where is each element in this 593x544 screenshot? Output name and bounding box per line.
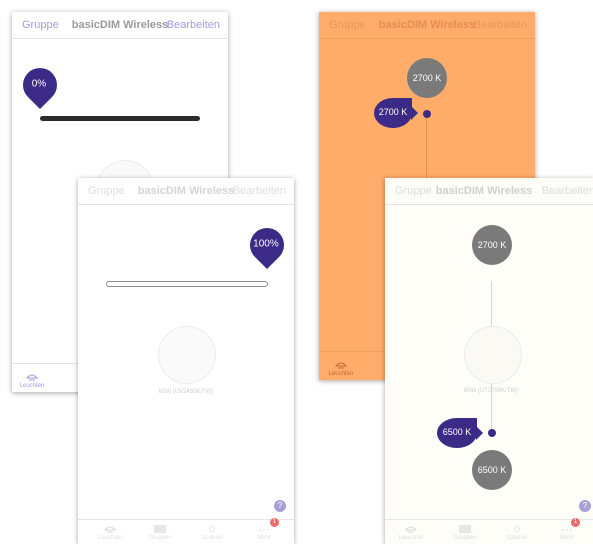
lamp-icon	[404, 526, 418, 533]
brightness-pin[interactable]: 0%	[15, 60, 65, 110]
navigation-bar: Gruppe basicDIM Wireless Bearbeiten	[319, 12, 535, 39]
sun-icon	[514, 526, 520, 532]
tab-luminaires-label: Leuchten	[97, 535, 123, 541]
tab-scenes-label: Szenen	[201, 535, 223, 541]
edit-button[interactable]: Bearbeiten	[474, 19, 527, 31]
groups-icon	[459, 525, 471, 533]
brightness-pin-label: 0%	[31, 78, 47, 90]
help-button[interactable]: ?	[579, 500, 591, 512]
tab-luminaires-label: Leuchten	[398, 535, 424, 541]
tab-luminaires[interactable]: Leuchten	[321, 360, 361, 377]
navigation-bar: Gruppe basicDIM Wireless Bearbeiten	[78, 178, 294, 205]
help-button[interactable]: ?	[274, 500, 286, 512]
color-temp-warm[interactable]: 2700 K	[407, 58, 447, 98]
color-temp-pin-arrow	[476, 426, 483, 440]
tab-more-label: Mehr	[257, 535, 271, 541]
tab-scenes-label: Szenen	[506, 535, 528, 541]
brightness-pin[interactable]: 100%	[242, 220, 292, 270]
navigation-bar: Gruppe basicDIM Wireless Bearbeiten	[385, 178, 593, 205]
tab-groups[interactable]: Gruppen	[140, 524, 180, 541]
brightness-slider-track[interactable]	[106, 281, 268, 287]
color-temp-pin-arrow	[411, 106, 418, 120]
luminaire-image	[464, 326, 522, 384]
tab-scenes[interactable]: Szenen	[192, 524, 232, 541]
notification-badge: 1	[571, 518, 580, 527]
tab-luminaires-label: Leuchten	[19, 383, 45, 389]
tab-bar: Leuchten Gruppen Szenen Mehr 1	[385, 518, 593, 544]
tab-more[interactable]: Mehr	[547, 524, 587, 541]
lamp-icon	[103, 526, 117, 533]
notification-badge: 1	[270, 518, 279, 527]
color-temp-cool[interactable]: 6500 K	[472, 450, 512, 490]
tab-more[interactable]: Mehr	[244, 524, 284, 541]
color-temp-pin-label: 2700 K	[378, 107, 408, 117]
color-temp-pin[interactable]: 2700 K	[374, 98, 412, 128]
edit-button[interactable]: Bearbeiten	[233, 185, 286, 197]
brightness-pin-label: 100%	[253, 238, 279, 250]
navigation-bar: Gruppe basicDIM Wireless Bearbeiten	[12, 12, 228, 39]
brightness-slider-track[interactable]	[40, 116, 200, 121]
tab-groups-label: Gruppen	[453, 535, 477, 541]
tab-scenes[interactable]: Szenen	[497, 524, 537, 541]
color-temp-pin[interactable]: 6500 K	[437, 418, 477, 448]
tab-luminaires[interactable]: Leuchten	[391, 524, 431, 541]
luminaire-image	[158, 326, 216, 384]
color-temp-warm[interactable]: 2700 K	[472, 225, 512, 265]
tab-luminaires[interactable]: Leuchten	[90, 524, 130, 541]
lamp-icon	[25, 374, 39, 381]
tab-groups[interactable]: Gruppen	[445, 524, 485, 541]
color-temp-knob[interactable]	[488, 429, 496, 437]
screen-colortemp-6500: Gruppe basicDIM Wireless Bearbeiten 2700…	[385, 178, 593, 544]
edit-button[interactable]: Bearbeiten	[167, 19, 220, 31]
sun-icon	[209, 526, 215, 532]
more-icon	[259, 529, 269, 531]
tab-luminaires[interactable]: Leuchten	[12, 372, 52, 389]
groups-icon	[154, 525, 166, 533]
color-temp-knob[interactable]	[423, 110, 431, 118]
edit-button[interactable]: Bearbeiten	[542, 185, 593, 197]
color-temp-pin-label: 6500 K	[442, 427, 472, 437]
screen-brightness-100: Gruppe basicDIM Wireless Bearbeiten 100%…	[78, 178, 294, 544]
tab-luminaires-label: Leuchten	[328, 371, 354, 377]
tab-groups-label: Gruppen	[148, 535, 172, 541]
luminaire-label: 60W (UT2700K/TW)	[463, 388, 519, 394]
lamp-icon	[334, 362, 348, 369]
tab-more-label: Mehr	[560, 535, 574, 541]
tab-bar: Leuchten Gruppen Szenen Mehr 1	[78, 518, 294, 544]
luminaire-label: 60W (UV2450K/TW)	[158, 389, 214, 395]
